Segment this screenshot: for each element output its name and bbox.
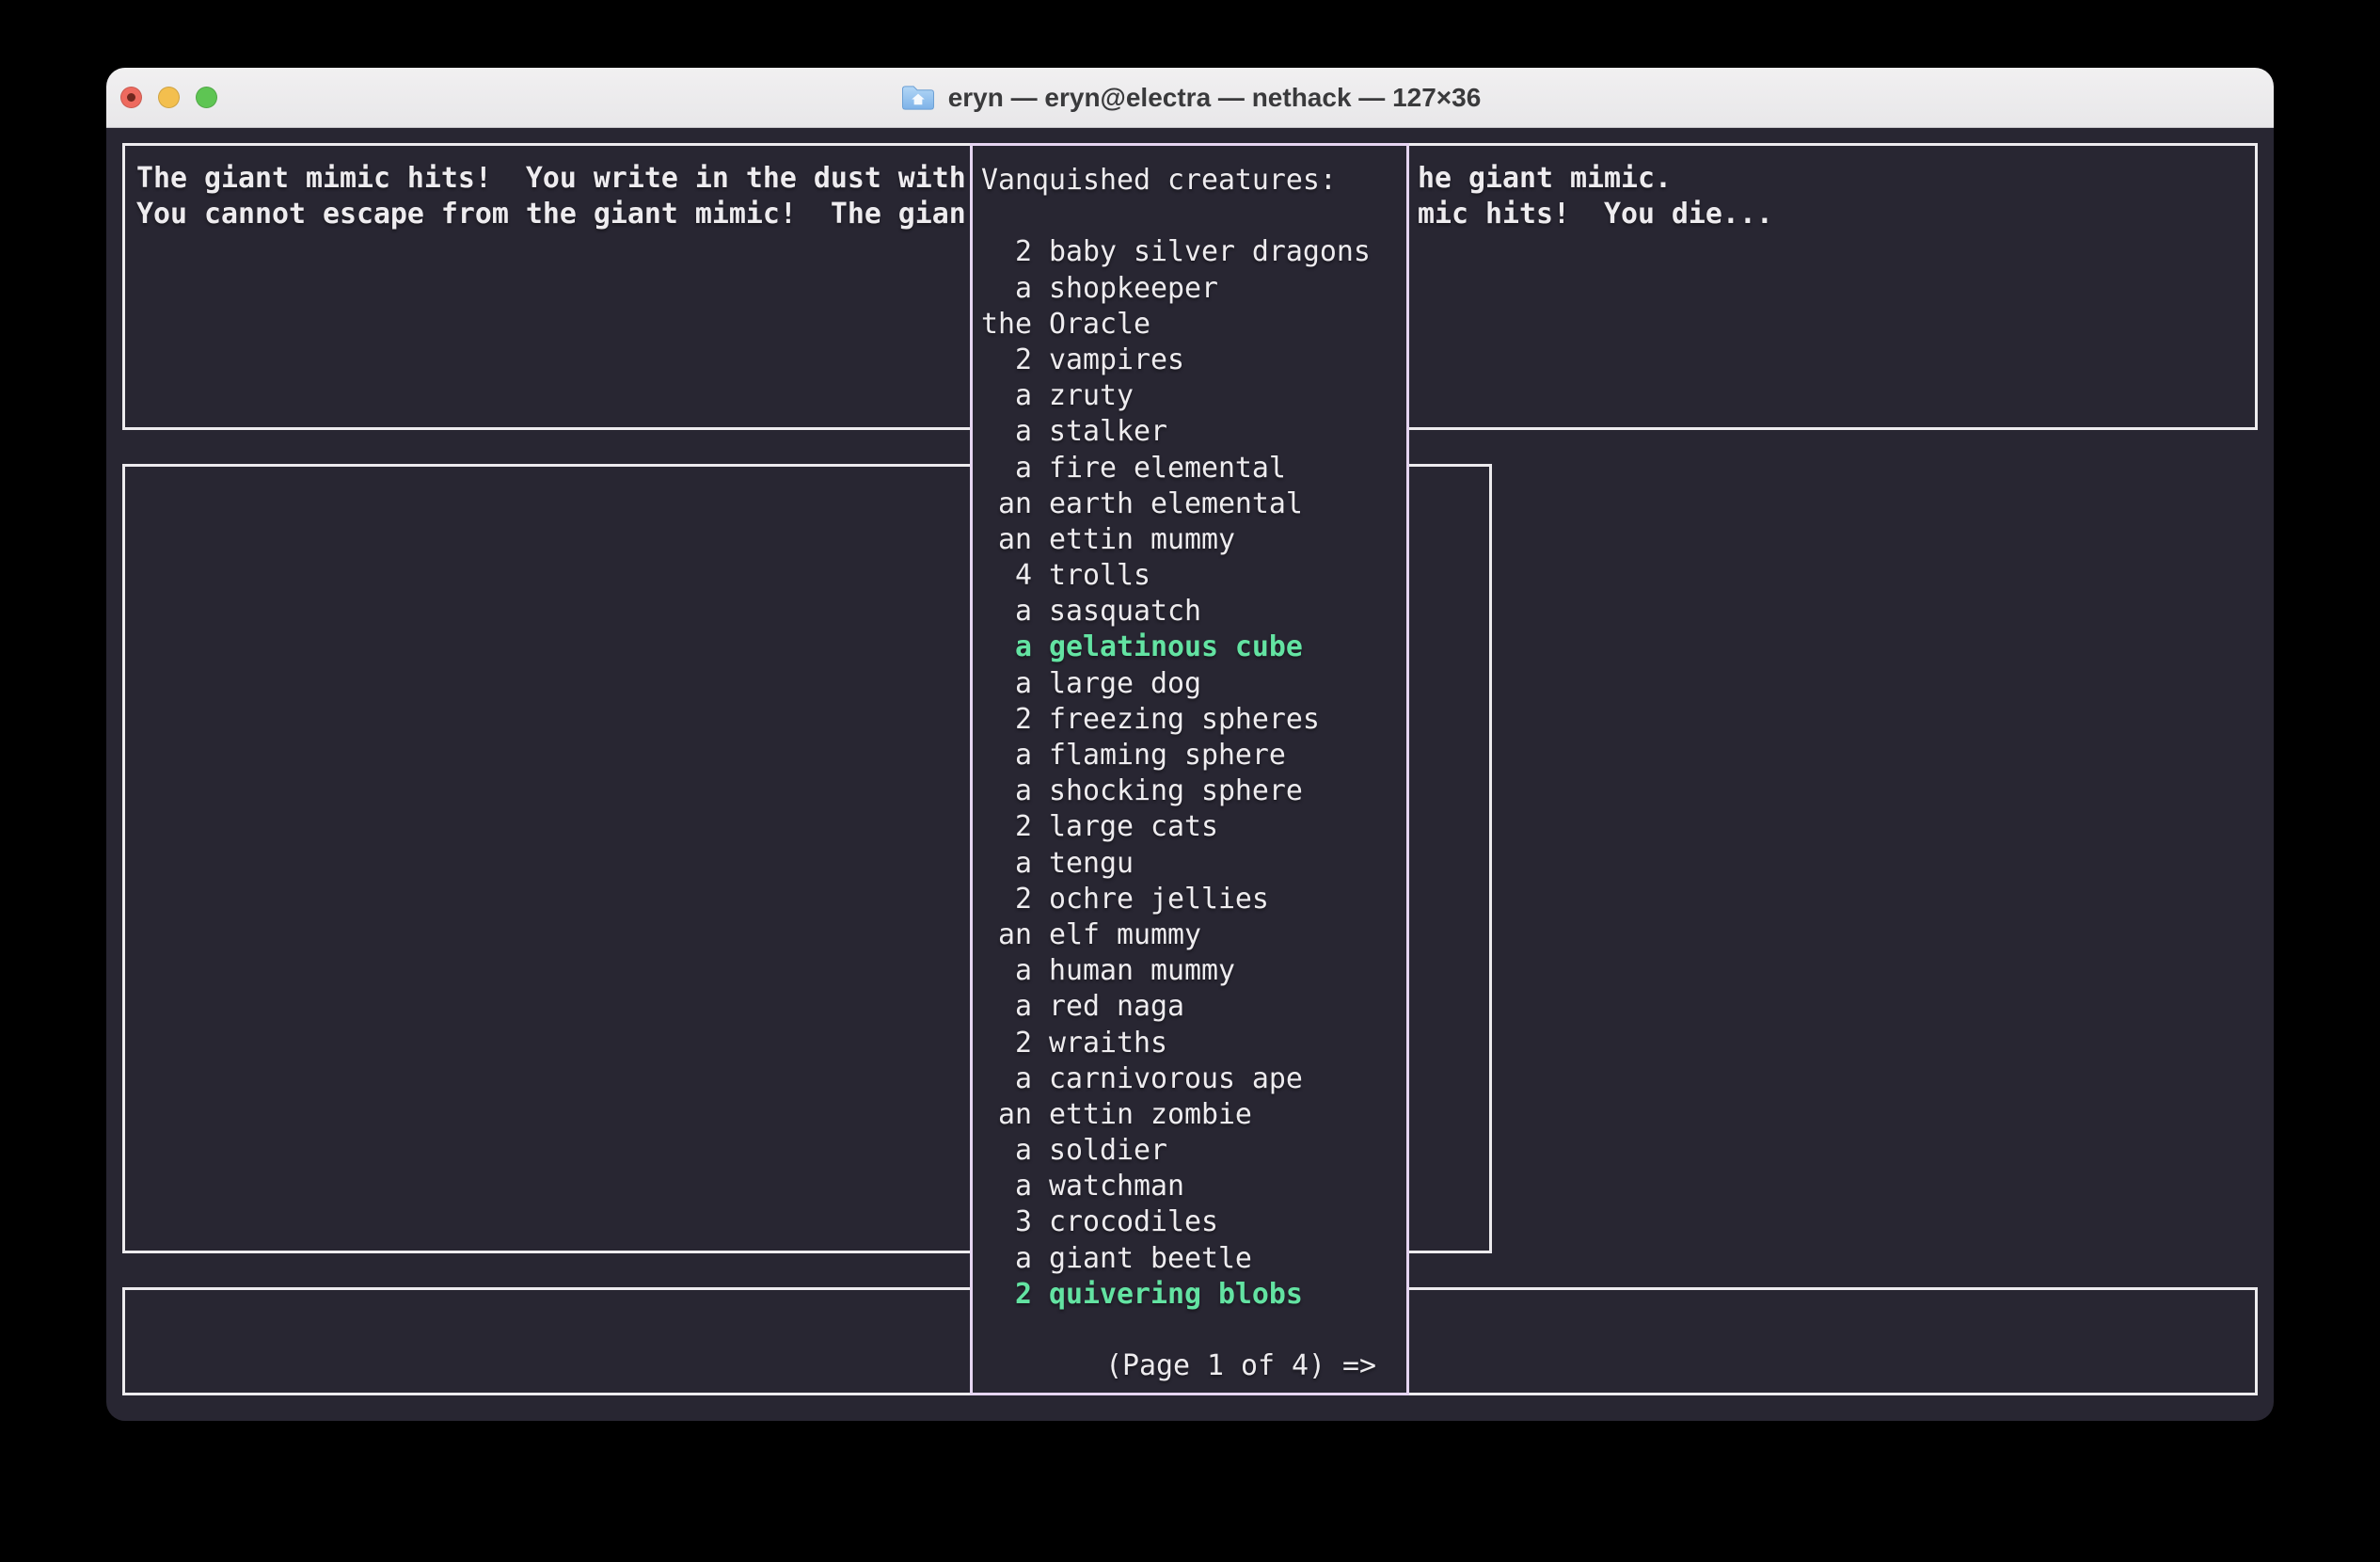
vanquished-item: a sasquatch: [981, 594, 1406, 630]
vanquished-item: 2 vampires: [981, 343, 1406, 378]
folder-icon: [899, 82, 937, 113]
zoom-button[interactable]: [196, 87, 217, 108]
vanquished-item: an elf mummy: [981, 917, 1406, 953]
vanquished-item: 2 quivering blobs: [981, 1277, 1406, 1313]
vanquished-item: 2 large cats: [981, 809, 1406, 845]
vanquished-item: a gelatinous cube: [981, 630, 1406, 665]
vanquished-item: a shocking sphere: [981, 773, 1406, 809]
vanquished-item: a zruty: [981, 378, 1406, 414]
vanquished-item: a watchman: [981, 1169, 1406, 1204]
vanquished-item: a flaming sphere: [981, 738, 1406, 773]
vanquished-item: a giant beetle: [981, 1241, 1406, 1277]
vanquished-item: a large dog: [981, 666, 1406, 702]
vanquished-item: 2 ochre jellies: [981, 882, 1406, 917]
window-controls: [120, 68, 217, 127]
spacer: [981, 199, 1406, 234]
minimize-button[interactable]: [158, 87, 180, 108]
vanquished-item: an ettin zombie: [981, 1097, 1406, 1133]
vanquished-item: a stalker: [981, 414, 1406, 450]
message-line1-right: he giant mimic.: [1418, 161, 1672, 197]
message-line2-right: mic hits! You die...: [1418, 197, 1773, 232]
vanquished-list: 2 baby silver dragons a shopkeeperthe Or…: [981, 234, 1406, 1313]
vanquished-item: 3 crocodiles: [981, 1204, 1406, 1240]
message-line2-left: You cannot escape from the giant mimic! …: [136, 197, 966, 232]
title-group: eryn — eryn@electra — nethack — 127×36: [899, 82, 1482, 113]
vanquished-popup: Vanquished creatures: 2 baby silver drag…: [970, 143, 1409, 1395]
vanquished-item: a tengu: [981, 846, 1406, 882]
vanquished-item: 2 freezing spheres: [981, 702, 1406, 738]
spacer: [981, 1313, 1406, 1348]
terminal-window: eryn — eryn@electra — nethack — 127×36 T…: [106, 68, 2274, 1421]
vanquished-item: a carnivorous ape: [981, 1061, 1406, 1097]
vanquished-item: 4 trolls: [981, 558, 1406, 594]
vanquished-item: a fire elemental: [981, 451, 1406, 486]
popup-title: Vanquished creatures:: [981, 163, 1406, 199]
titlebar[interactable]: eryn — eryn@electra — nethack — 127×36: [106, 68, 2274, 128]
running-process-dot: [127, 93, 135, 102]
close-button[interactable]: [120, 87, 142, 108]
vanquished-item: 2 baby silver dragons: [981, 234, 1406, 270]
message-line1-left: The giant mimic hits! You write in the d…: [136, 161, 966, 197]
vanquished-item: an earth elemental: [981, 486, 1406, 522]
vanquished-item: an ettin mummy: [981, 522, 1406, 558]
desktop: eryn — eryn@electra — nethack — 127×36 T…: [0, 0, 2380, 1562]
vanquished-item: a red naga: [981, 989, 1406, 1025]
vanquished-item: a soldier: [981, 1133, 1406, 1169]
page-indicator: (Page 1 of 4) =>: [981, 1348, 1406, 1384]
vanquished-item: a shopkeeper: [981, 271, 1406, 307]
vanquished-item: a human mummy: [981, 953, 1406, 989]
vanquished-item: the Oracle: [981, 307, 1406, 343]
window-title: eryn — eryn@electra — nethack — 127×36: [948, 83, 1482, 113]
vanquished-item: 2 wraiths: [981, 1026, 1406, 1061]
